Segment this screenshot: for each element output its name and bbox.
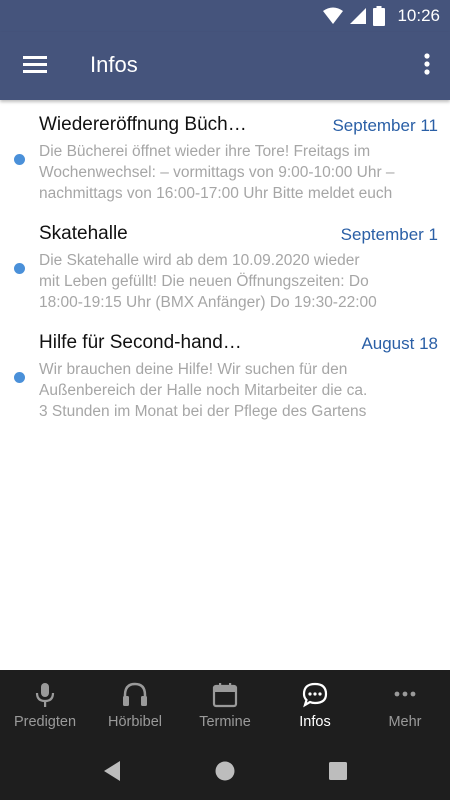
overflow-menu-button[interactable] <box>420 50 434 80</box>
bottom-navigation: Predigten Hörbibel Termine Infos Mehr <box>0 670 450 742</box>
list-item[interactable]: Wiedereröffnung Büch… September 11 Die B… <box>0 100 450 209</box>
recents-button[interactable] <box>326 759 350 783</box>
nav-item-hoerbibel[interactable]: Hörbibel <box>90 670 180 742</box>
status-icons: 10:26 <box>323 6 440 26</box>
more-horizontal-icon <box>394 691 416 697</box>
nav-label: Infos <box>299 714 331 730</box>
unread-dot-icon <box>14 263 25 274</box>
microphone-icon <box>35 683 55 707</box>
item-excerpt: Wir brauchen deine Hilfe! Wir suchen für… <box>39 361 368 420</box>
nav-label: Predigten <box>13 714 77 730</box>
item-date: September 11 <box>332 116 438 135</box>
list-item[interactable]: Skatehalle September 1 Die Skatehalle wi… <box>0 209 450 318</box>
infos-list: Wiedereröffnung Büch… September 11 Die B… <box>0 100 450 427</box>
item-title: Hilfe für Second-hand… <box>39 332 242 353</box>
unread-dot-icon <box>14 372 25 383</box>
list-item[interactable]: Hilfe für Second-hand… August 18 Wir bra… <box>0 318 450 427</box>
nav-label: Hörbibel <box>108 714 162 730</box>
nav-label: Mehr <box>388 714 422 730</box>
item-excerpt: Die Bücherei öffnet wieder ihre Tore! Fr… <box>39 143 395 202</box>
nav-item-mehr[interactable]: Mehr <box>360 670 450 742</box>
status-time: 10:26 <box>397 6 440 25</box>
item-date: August 18 <box>361 334 438 353</box>
hamburger-menu-icon <box>23 56 47 73</box>
home-button[interactable] <box>213 759 237 783</box>
system-navigation-bar <box>0 742 450 800</box>
nav-label: Termine <box>199 714 251 730</box>
nav-item-termine[interactable]: Termine <box>180 670 270 742</box>
item-title: Wiedereröffnung Büch… <box>39 114 247 135</box>
back-triangle-icon <box>104 761 120 781</box>
back-button[interactable] <box>100 759 124 783</box>
nav-item-infos[interactable]: Infos <box>270 670 360 742</box>
home-circle-icon <box>215 761 235 781</box>
signal-icon <box>350 8 367 24</box>
item-title: Skatehalle <box>39 223 128 244</box>
calendar-icon <box>212 683 238 708</box>
status-bar: 10:26 <box>0 0 450 32</box>
menu-button[interactable] <box>22 52 48 78</box>
more-vertical-icon <box>424 53 430 75</box>
battery-icon <box>373 6 386 26</box>
wifi-icon <box>323 7 344 24</box>
item-date: September 1 <box>340 225 438 244</box>
nav-item-predigten[interactable]: Predigten <box>0 670 90 742</box>
chat-bubble-icon <box>302 682 328 708</box>
page-title: Infos <box>90 52 138 77</box>
unread-dot-icon <box>14 154 25 165</box>
app-bar: Infos <box>0 32 450 100</box>
recents-square-icon <box>329 762 347 780</box>
headphones-icon <box>123 682 147 706</box>
item-excerpt: Die Skatehalle wird ab dem 10.09.2020 wi… <box>39 252 377 311</box>
